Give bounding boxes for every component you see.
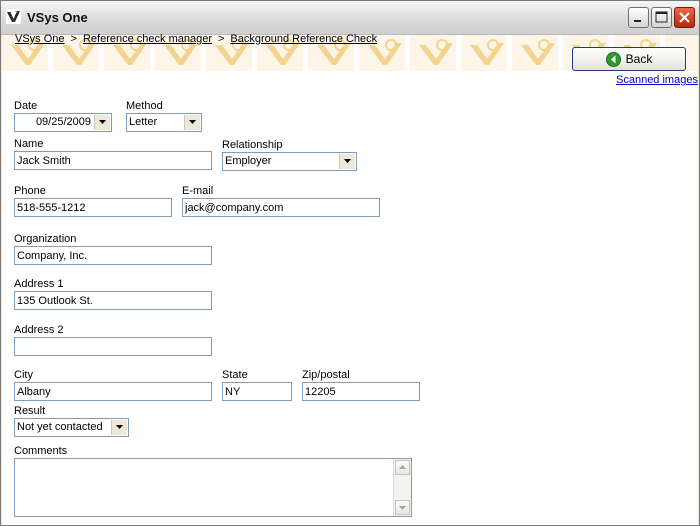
method-dropdown-button[interactable] bbox=[184, 115, 200, 130]
relationship-value: Employer bbox=[225, 155, 272, 167]
method-value: Letter bbox=[129, 116, 158, 128]
address1-input[interactable] bbox=[14, 291, 212, 310]
result-label: Result bbox=[14, 405, 46, 417]
app-logo-icon bbox=[6, 9, 21, 24]
chevron-down-icon bbox=[189, 120, 196, 124]
breadcrumb-link-home[interactable]: VSys One bbox=[15, 33, 65, 45]
email-label: E-mail bbox=[182, 185, 214, 197]
city-input[interactable] bbox=[14, 382, 212, 401]
date-value: 09/25/2009 bbox=[35, 116, 91, 128]
back-button-label: Back bbox=[625, 52, 653, 66]
scroll-up-button[interactable] bbox=[395, 460, 410, 475]
email-input[interactable] bbox=[182, 198, 380, 217]
scanned-images-link[interactable]: Scanned images bbox=[616, 74, 698, 86]
chevron-down-icon bbox=[344, 159, 351, 163]
method-select[interactable]: Letter bbox=[126, 113, 202, 132]
address1-label: Address 1 bbox=[14, 278, 64, 290]
main-content: VSys One > Reference check manager > Backgro… bbox=[2, 33, 698, 525]
breadcrumb-separator: > bbox=[70, 33, 77, 45]
back-arrow-icon bbox=[605, 51, 621, 67]
breadcrumb-separator: > bbox=[217, 33, 225, 45]
zip-input[interactable] bbox=[302, 382, 420, 401]
relationship-label: Relationship bbox=[222, 139, 283, 151]
maximize-icon bbox=[655, 11, 668, 23]
banner-logo-icon bbox=[521, 39, 555, 65]
banner-logo-icon bbox=[419, 39, 453, 65]
maximize-button[interactable] bbox=[651, 7, 672, 28]
address2-label: Address 2 bbox=[14, 324, 64, 336]
relationship-select[interactable]: Employer bbox=[222, 152, 357, 171]
chevron-down-icon bbox=[99, 120, 106, 124]
chevron-down-icon bbox=[399, 506, 406, 510]
date-dropdown-button[interactable] bbox=[94, 115, 110, 130]
city-label: City bbox=[14, 369, 33, 381]
result-dropdown-button[interactable] bbox=[111, 420, 127, 435]
date-label: Date bbox=[14, 100, 38, 112]
minimize-button[interactable] bbox=[628, 7, 649, 28]
phone-label: Phone bbox=[14, 185, 46, 197]
comments-label: Comments bbox=[14, 445, 68, 457]
relationship-dropdown-button[interactable] bbox=[339, 154, 355, 169]
breadcrumb-link-current[interactable]: Background Reference Check bbox=[230, 33, 377, 45]
organization-input[interactable] bbox=[14, 246, 212, 265]
chevron-down-icon bbox=[116, 425, 123, 429]
app-window: VSys One VSys One > Reference check mana… bbox=[0, 0, 700, 526]
breadcrumb-link-reference-check-manager[interactable]: Reference check manager bbox=[83, 33, 212, 45]
close-icon bbox=[679, 12, 690, 23]
result-value: Not yet contacted bbox=[17, 421, 103, 433]
date-picker[interactable]: 09/25/2009 bbox=[14, 113, 112, 132]
address2-input[interactable] bbox=[14, 337, 212, 356]
close-button[interactable] bbox=[674, 7, 695, 28]
window-title: VSys One bbox=[27, 10, 88, 25]
result-select[interactable]: Not yet contacted bbox=[14, 418, 129, 437]
breadcrumb: VSys One > Reference check manager > Backgro… bbox=[15, 33, 377, 45]
state-label: State bbox=[222, 369, 248, 381]
banner-logo-icon bbox=[470, 39, 504, 65]
name-input[interactable] bbox=[14, 151, 212, 170]
comments-textarea[interactable] bbox=[14, 458, 412, 517]
organization-label: Organization bbox=[14, 233, 77, 245]
name-label: Name bbox=[14, 138, 44, 150]
chevron-up-icon bbox=[399, 465, 406, 469]
state-input[interactable] bbox=[222, 382, 292, 401]
phone-input[interactable] bbox=[14, 198, 172, 217]
comments-scrollbar[interactable] bbox=[393, 459, 411, 516]
scroll-down-button[interactable] bbox=[395, 500, 410, 515]
back-button[interactable]: Back bbox=[572, 47, 686, 71]
title-bar[interactable]: VSys One bbox=[1, 1, 699, 35]
minimize-icon bbox=[634, 20, 641, 22]
zip-label: Zip/postal bbox=[302, 369, 350, 381]
method-label: Method bbox=[126, 100, 163, 112]
